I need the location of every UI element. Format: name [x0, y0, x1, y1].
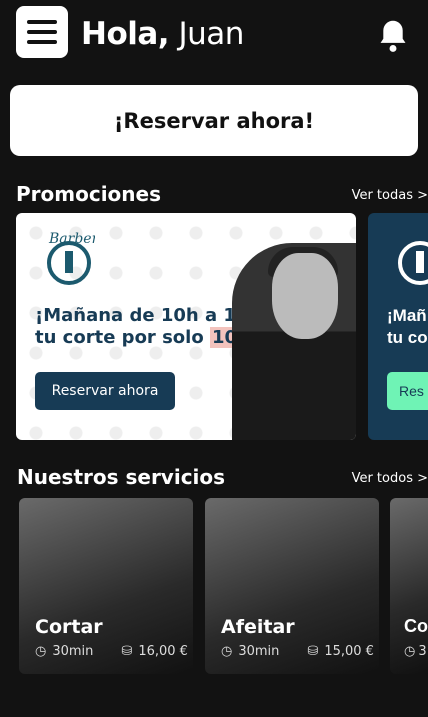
promo-reserve-button[interactable]: Res	[387, 372, 428, 410]
promotions-section-title: Promociones Ver todas >	[16, 182, 428, 206]
services-section-title: Nuestros servicios Ver todos >	[17, 465, 428, 489]
service-name: Afeitar	[221, 616, 295, 638]
promo-card[interactable]: Barber ¡Mañana de 10h a 11h tu corte por …	[16, 213, 356, 440]
bell-icon[interactable]	[376, 18, 410, 54]
service-price: 16,00 €	[138, 644, 188, 659]
coins-icon: ⛁	[307, 644, 319, 659]
see-all-promotions-link[interactable]: Ver todas >	[352, 188, 428, 203]
service-price: 15,00 €	[324, 644, 374, 659]
barber-shop-logo	[398, 241, 428, 285]
clock-icon: ◷	[35, 644, 47, 659]
coins-icon: ⛁	[121, 644, 133, 659]
service-card-afeitar[interactable]: Afeitar ◷ 30min ⛁ 15,00 €	[205, 498, 379, 674]
menu-button[interactable]	[16, 6, 68, 58]
clock-icon: ◷	[404, 644, 416, 659]
service-card-cortar[interactable]: Cortar ◷ 30min ⛁ 16,00 €	[19, 498, 193, 674]
service-duration: 30min	[52, 644, 94, 659]
service-duration: 3	[418, 644, 427, 659]
barber-shop-logo: Barber	[47, 231, 95, 285]
reserve-now-button[interactable]: ¡Reservar ahora!	[10, 85, 418, 156]
service-name: Co	[404, 616, 428, 636]
promo-text: ¡Mañ tu co	[387, 306, 428, 347]
promo-card[interactable]: ¡Mañ tu co Res	[368, 213, 428, 440]
service-duration: 30min	[238, 644, 280, 659]
see-all-services-link[interactable]: Ver todos >	[352, 471, 428, 486]
service-name: Cortar	[35, 616, 103, 638]
svg-text:Barber: Barber	[48, 231, 95, 247]
clock-icon: ◷	[221, 644, 233, 659]
promo-text: ¡Mañana de 10h a 11htu corte por solo 10…	[35, 305, 262, 348]
promo-reserve-button[interactable]: Reservar ahora	[35, 372, 175, 410]
greeting: Hola, Juan	[81, 16, 244, 52]
service-card[interactable]: Co ◷ 3	[390, 498, 428, 674]
promo-photo-face	[272, 253, 338, 339]
